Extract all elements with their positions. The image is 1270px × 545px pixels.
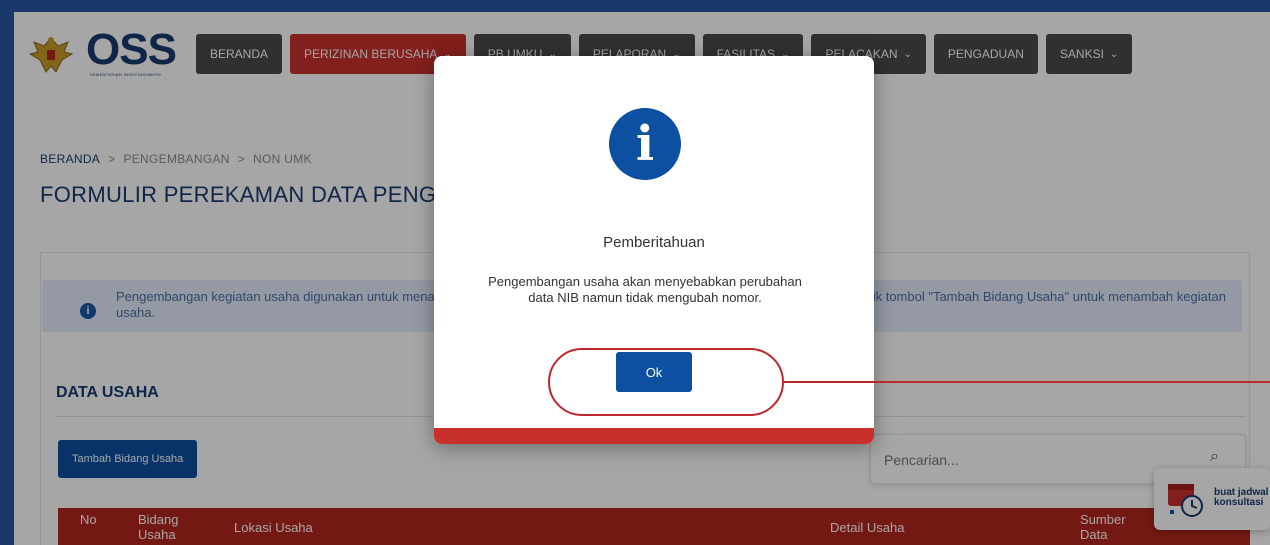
dialog-title: Pemberitahuan xyxy=(603,234,705,251)
annotation-callout-line xyxy=(784,381,1270,383)
annotation-highlight-ellipse xyxy=(548,348,784,416)
dialog-message: Pengembangan usaha akan menyebabkan peru… xyxy=(488,274,802,305)
dialog-bottom-bar xyxy=(434,428,874,444)
app-frame: OSS KEMENTERIAN INVESTASI/BKPM BERANDA P… xyxy=(14,12,1270,545)
info-icon: i xyxy=(609,108,681,180)
